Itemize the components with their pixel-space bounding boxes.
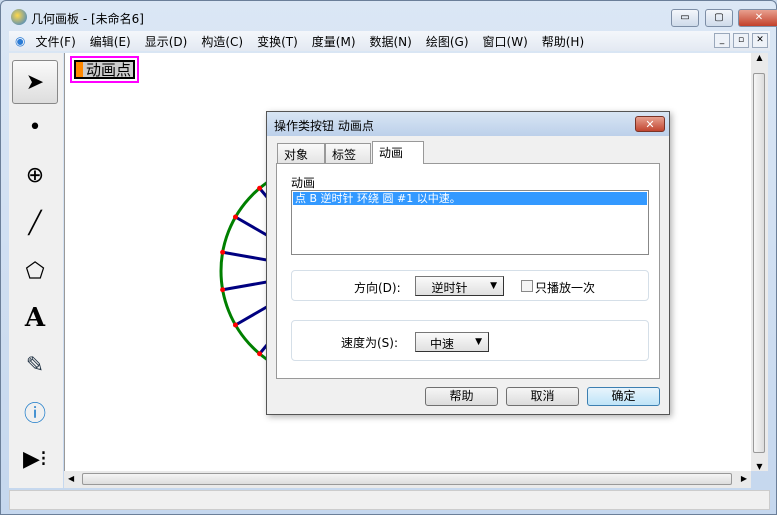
marker-tool-icon[interactable]: ✎ [12,343,58,387]
doc-restore-button[interactable]: ▫ [733,33,749,48]
tab-label[interactable]: 标签 [325,143,371,163]
scroll-up-icon[interactable]: ▲ [751,53,768,62]
menu-help[interactable]: 帮助(H) [542,33,584,50]
animation-panel: 动画 点 B 逆时针 环绕 圆 #1 以中速。 方向(D): 逆时针 ▼ 只播放一… [276,163,660,379]
direction-value: 逆时针 [431,281,468,295]
direction-dropdown[interactable]: 逆时针 ▼ [415,276,504,296]
scroll-right-icon[interactable]: ▶ [741,474,747,483]
speed-value: 中速 [429,337,454,351]
horizontal-scroll-thumb[interactable] [82,473,732,485]
arrow-tool-icon[interactable]: ➤ [12,60,58,104]
animate-point-button[interactable]: 动画点 [70,56,139,83]
close-button[interactable]: ✕ [738,9,777,27]
speed-label: 速度为(S): [341,336,399,350]
doc-close-button[interactable]: ✕ [752,33,768,48]
direction-group: 方向(D): 逆时针 ▼ 只播放一次 [291,270,649,301]
button-handle [76,62,83,77]
speed-dropdown[interactable]: 中速 ▼ [415,332,489,352]
compass-tool-icon[interactable]: ⊕ [12,153,58,197]
speed-group: 速度为(S): 中速 ▼ [291,320,649,361]
animate-button-label: 动画点 [86,61,132,79]
tab-object[interactable]: 对象 [277,143,325,163]
app-icon [11,9,27,25]
point [257,185,263,191]
menu-bar: ◉ 文件(F) 编辑(E) 显示(D) 构造(C) 变换(T) 度量(M) 数据… [9,31,770,51]
information-tool-icon[interactable]: ⓘ [12,390,58,434]
point [232,322,238,328]
play-once-label: 只播放一次 [535,281,596,295]
menu-edit[interactable]: 编辑(E) [90,33,131,50]
animation-list[interactable]: 点 B 逆时针 环绕 圆 #1 以中速。 [291,190,649,255]
menu-data[interactable]: 数据(N) [370,33,412,50]
menu-construct[interactable]: 构造(C) [201,33,243,50]
horizontal-scrollbar[interactable]: ◀ ▶ [64,471,751,488]
custom-tool-icon[interactable]: ▶⁝ [12,437,58,481]
doc-minimize-button[interactable]: _ [714,33,730,48]
cancel-button[interactable]: 取消 [506,387,579,406]
doc-icon: ◉ [15,34,26,48]
scroll-left-icon[interactable]: ◀ [68,474,74,483]
play-once-checkbox[interactable] [521,280,533,292]
point-tool-icon[interactable]: • [12,105,58,149]
toolbox: ➤ • ⊕ ╱ ⬠ A ✎ ⓘ ▶⁝ [9,53,63,488]
point [232,214,238,220]
text-tool-icon[interactable]: A [12,296,58,340]
menu-file[interactable]: 文件(F) [35,33,75,50]
scroll-down-icon[interactable]: ▼ [751,462,768,471]
tab-animation[interactable]: 动画 [372,141,424,164]
maximize-button[interactable]: ▢ [705,9,733,27]
list-item[interactable]: 点 B 逆时针 环绕 圆 #1 以中速。 [293,192,647,205]
help-button[interactable]: 帮助 [425,387,498,406]
dialog-close-button[interactable]: ✕ [635,116,665,132]
point [257,351,263,357]
direction-label: 方向(D): [354,281,401,295]
menu-display[interactable]: 显示(D) [145,33,188,50]
point [220,249,226,255]
line-tool-icon[interactable]: ╱ [12,201,58,245]
animation-section-label: 动画 [291,176,316,190]
action-button-dialog: 操作类按钮 动画点 ✕ 对象 标签 动画 动画 点 B 逆时针 环绕 圆 #1 … [266,111,670,415]
vertical-scrollbar[interactable]: ▲ ▼ [751,53,768,471]
menu-graph[interactable]: 绘图(G) [426,33,469,50]
menu-transform[interactable]: 变换(T) [257,33,298,50]
window-title: 几何画板 - [未命名6] [31,12,144,26]
chevron-down-icon: ▼ [490,281,497,291]
status-bar [9,490,770,510]
minimize-button[interactable]: ▭ [671,9,699,27]
ok-button[interactable]: 确定 [587,387,660,406]
polygon-tool-icon[interactable]: ⬠ [12,249,58,293]
chevron-down-icon: ▼ [475,337,482,347]
dialog-title: 操作类按钮 动画点 [267,112,669,136]
vertical-scroll-thumb[interactable] [753,73,765,453]
menu-window[interactable]: 窗口(W) [483,33,528,50]
menu-measure[interactable]: 度量(M) [312,33,356,50]
point [220,287,226,293]
